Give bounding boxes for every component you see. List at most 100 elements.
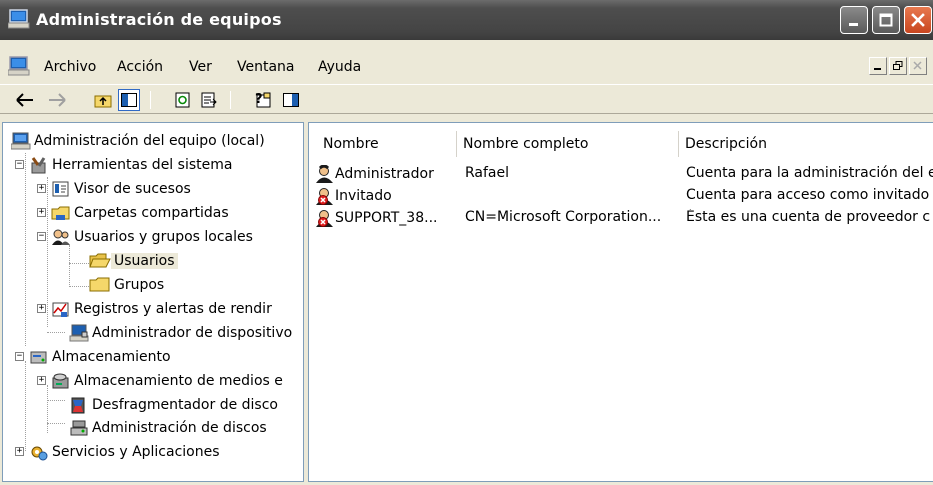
tree-line — [47, 423, 65, 424]
column-header-label: Nombre completo — [463, 136, 589, 152]
description-cell: Cuenta para la administración del e — [686, 165, 933, 181]
tree-item-device-manager[interactable]: Administrador de dispositivo — [69, 321, 295, 344]
tree-item-services-applications[interactable]: Servicios y Aplicaciones — [29, 440, 223, 463]
child-restore-button[interactable] — [889, 57, 907, 75]
tree-label: Visor de sucesos — [74, 180, 191, 197]
disabled-user-icon — [316, 188, 333, 205]
column-header-description[interactable]: Descripción — [679, 131, 933, 157]
maximize-button[interactable] — [872, 6, 900, 34]
full-name-cell: Rafael — [465, 165, 510, 181]
expand-toggle[interactable]: + — [37, 208, 46, 217]
computer-management-icon — [7, 9, 30, 33]
computer-icon — [11, 132, 31, 149]
table-row[interactable]: Invitado Cuenta para acceso como invitad… — [309, 185, 933, 207]
user-name-label: Administrador — [335, 166, 434, 182]
tree-item-disk-management[interactable]: Administración de discos — [69, 416, 270, 439]
users-groups-icon — [52, 229, 70, 245]
user-name-cell: SUPPORT_38... — [315, 209, 465, 227]
close-icon — [913, 61, 922, 70]
column-header-name[interactable]: Nombre — [317, 131, 457, 157]
toolbar-separator — [150, 91, 151, 109]
tree-item-local-users-groups[interactable]: Usuarios y grupos locales — [51, 225, 256, 248]
title-bar[interactable]: Administración de equipos — [0, 0, 933, 40]
menu-ayuda[interactable]: Ayuda — [318, 59, 361, 75]
up-one-level-button[interactable] — [92, 89, 114, 111]
console-tree-icon — [121, 93, 137, 107]
tree-line — [25, 361, 26, 451]
restore-icon — [893, 61, 903, 70]
console-tree[interactable]: Administración del equipo (local) − Herr… — [2, 122, 304, 482]
table-row[interactable]: Administrador Rafael Cuenta para la admi… — [309, 163, 933, 185]
show-hide-action-pane-button[interactable] — [280, 89, 302, 111]
folder-up-icon — [94, 95, 112, 108]
removable-media-icon — [52, 373, 69, 388]
tree-line — [69, 245, 70, 285]
collapse-toggle[interactable]: − — [37, 232, 46, 241]
tree-item-users[interactable]: Usuarios — [89, 249, 178, 272]
expand-toggle[interactable]: + — [15, 447, 24, 456]
tree-item-event-viewer[interactable]: Visor de sucesos — [51, 177, 194, 200]
tree-label: Almacenamiento de medios e — [74, 372, 283, 389]
child-window-controls — [869, 57, 927, 75]
tree-label: Servicios y Aplicaciones — [52, 443, 220, 460]
tree-item-root[interactable]: Administración del equipo (local) — [11, 129, 268, 152]
expand-toggle[interactable]: + — [37, 376, 46, 385]
child-minimize-button[interactable] — [869, 57, 887, 75]
child-close-button[interactable] — [909, 57, 927, 75]
tree-item-performance-logs[interactable]: Registros y alertas de rendir — [51, 297, 275, 320]
tree-label: Herramientas del sistema — [52, 156, 233, 173]
export-list-button[interactable] — [198, 89, 220, 111]
close-button[interactable] — [904, 6, 932, 34]
collapse-toggle[interactable]: − — [15, 160, 24, 169]
shared-folder-icon — [51, 206, 70, 220]
tree-item-defragmenter[interactable]: Desfragmentador de disco — [69, 393, 281, 416]
tree-line — [47, 400, 65, 401]
tree-label: Administración de discos — [92, 419, 267, 436]
folder-icon — [89, 277, 110, 291]
tree-item-shared-folders[interactable]: Carpetas compartidas — [51, 201, 232, 224]
user-name-cell: Administrador — [315, 165, 455, 183]
minimize-icon — [849, 23, 858, 26]
table-row[interactable]: SUPPORT_38... CN=Microsoft Corporation..… — [309, 207, 933, 229]
tree-line — [69, 263, 89, 264]
device-manager-icon — [69, 324, 89, 341]
show-hide-console-tree-button[interactable] — [118, 89, 140, 111]
tree-item-groups[interactable]: Grupos — [89, 273, 167, 296]
tree-label: Grupos — [114, 276, 165, 293]
storage-icon — [30, 351, 47, 363]
disabled-user-icon — [316, 210, 333, 227]
tree-line — [47, 177, 48, 327]
details-list[interactable]: Nombre Nombre completo Descripción Admin… — [308, 122, 933, 482]
action-pane-icon — [283, 93, 299, 107]
menu-accion[interactable]: Acción — [117, 59, 163, 75]
close-icon — [911, 13, 925, 27]
tree-item-removable-storage[interactable]: Almacenamiento de medios e — [51, 369, 286, 392]
help-button[interactable]: ? — [252, 89, 274, 111]
forward-arrow-icon — [49, 93, 66, 107]
tree-line — [25, 153, 26, 346]
minimize-button[interactable] — [840, 6, 868, 34]
tree-label: Administración del equipo (local) — [34, 132, 265, 149]
expand-toggle[interactable]: + — [37, 304, 46, 313]
tree-item-storage[interactable]: Almacenamiento — [29, 345, 174, 368]
menu-ver[interactable]: Ver — [189, 59, 212, 75]
collapse-toggle[interactable]: − — [15, 352, 24, 361]
defragmenter-icon — [71, 397, 85, 413]
tree-label: Usuarios — [111, 252, 178, 269]
forward-button[interactable] — [46, 89, 68, 111]
tree-item-system-tools[interactable]: Herramientas del sistema — [29, 153, 235, 176]
refresh-icon — [175, 92, 190, 108]
export-list-icon — [201, 92, 217, 108]
description-cell: Ésta es una cuenta de proveedor c — [686, 209, 931, 225]
tree-label: Desfragmentador de disco — [92, 396, 278, 413]
help-icon: ? — [255, 92, 271, 108]
toolbar-separator — [230, 91, 231, 109]
refresh-button[interactable] — [172, 89, 194, 111]
expand-toggle[interactable]: + — [37, 184, 46, 193]
user-name-cell: Invitado — [315, 187, 455, 205]
menu-ventana[interactable]: Ventana — [237, 59, 295, 75]
back-button[interactable] — [14, 89, 36, 111]
child-window-icon[interactable] — [7, 56, 30, 80]
menu-archivo[interactable]: Archivo — [44, 59, 96, 75]
column-header-full-name[interactable]: Nombre completo — [457, 131, 679, 157]
